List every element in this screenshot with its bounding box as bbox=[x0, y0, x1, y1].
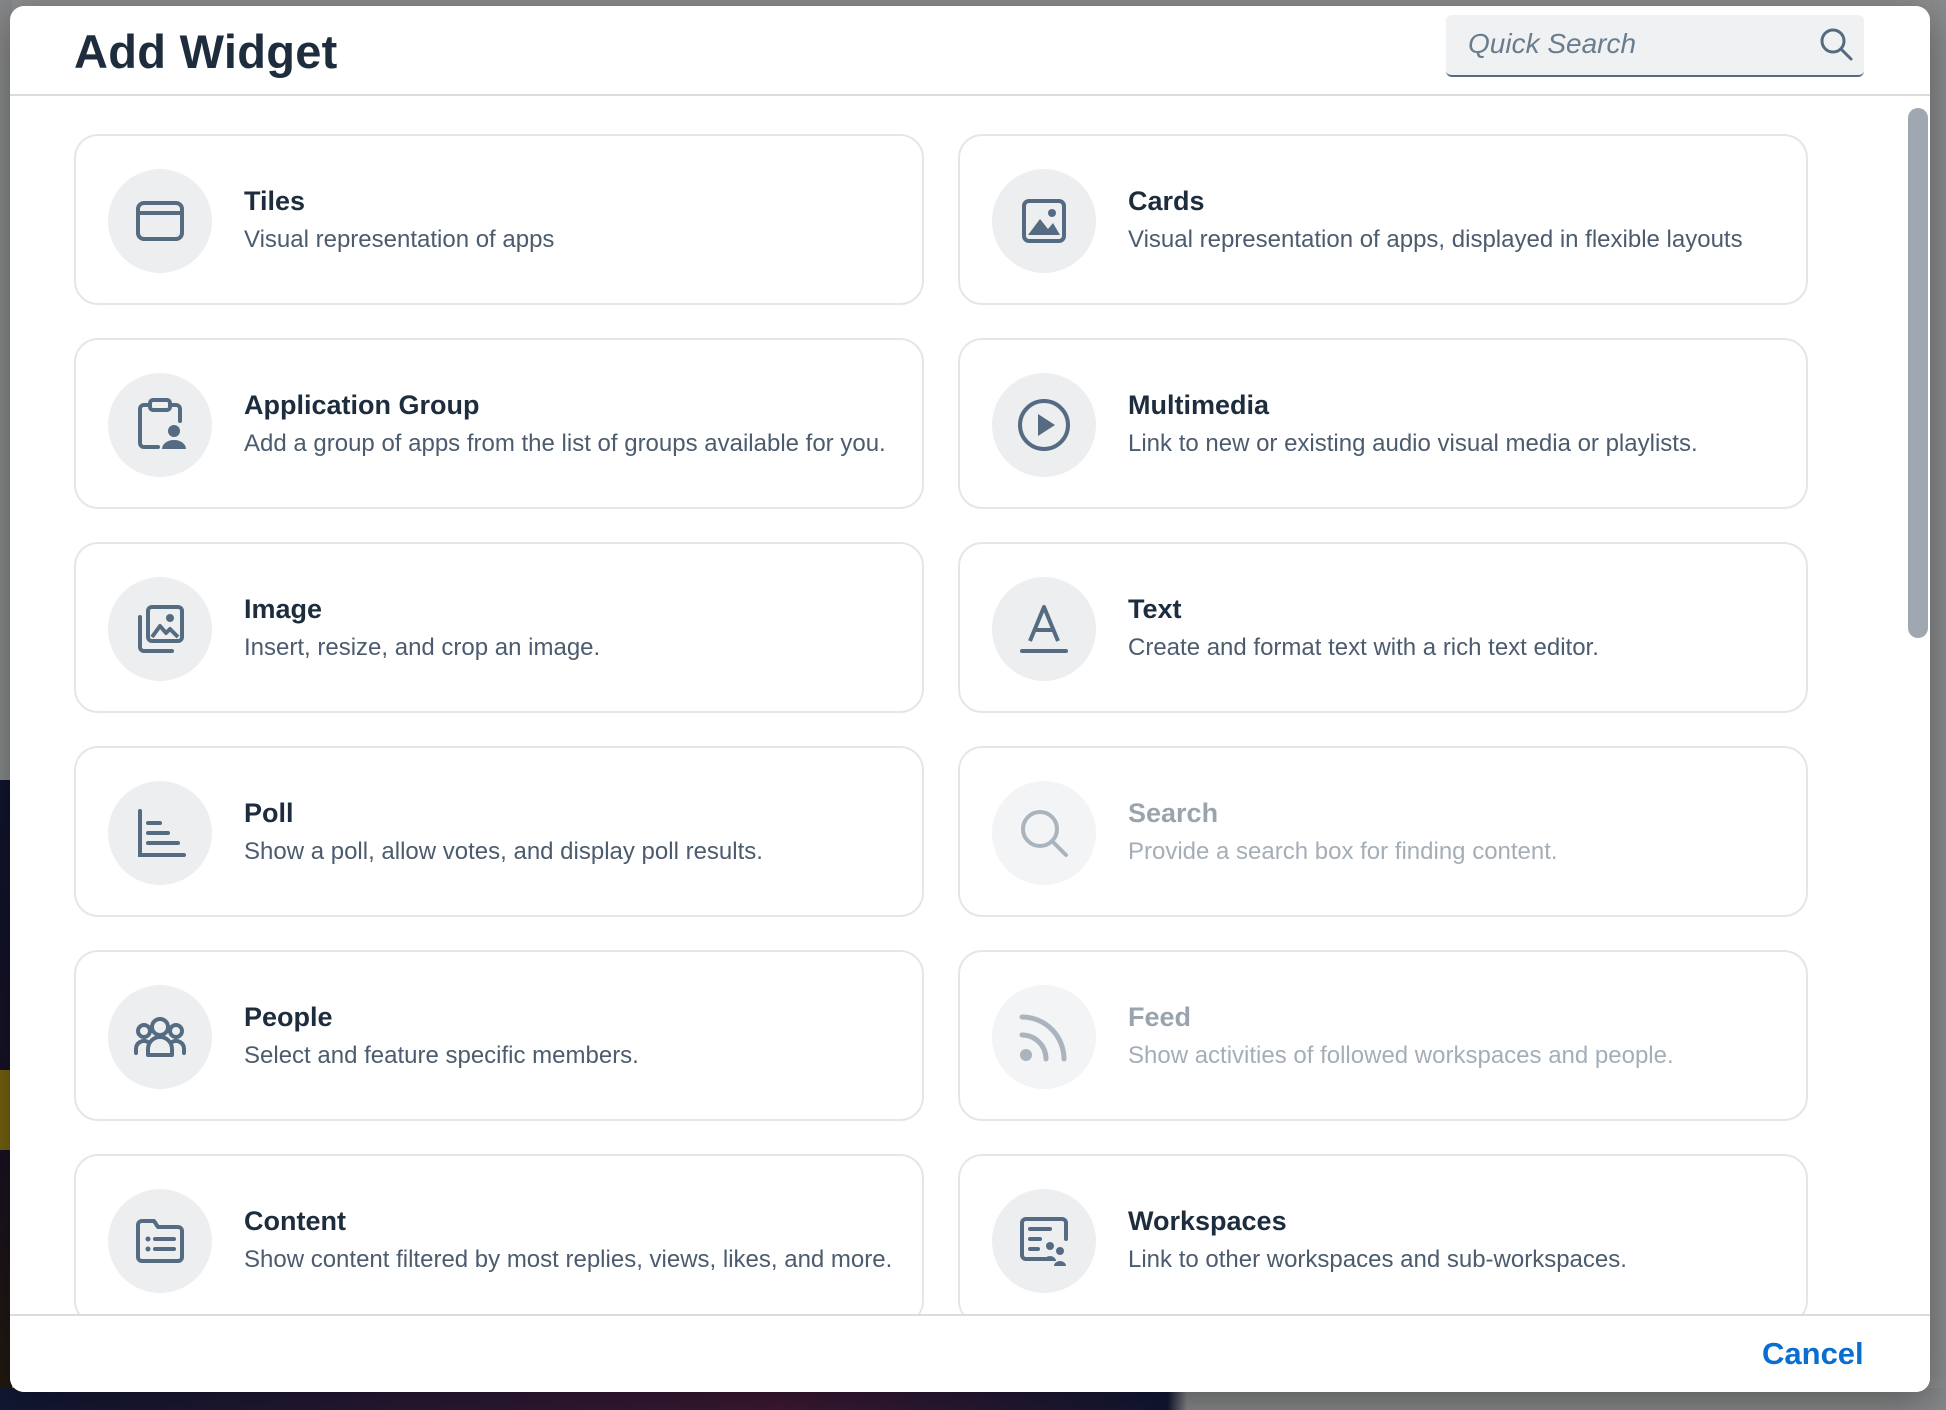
widget-card-search[interactable]: Search Provide a search box for finding … bbox=[958, 746, 1808, 917]
widget-description: Show activities of followed workspaces a… bbox=[1128, 1042, 1674, 1069]
widget-description: Link to other workspaces and sub-workspa… bbox=[1128, 1246, 1627, 1273]
widget-title: Workspaces bbox=[1128, 1206, 1287, 1236]
widget-title: Feed bbox=[1128, 1002, 1192, 1032]
text-format-icon bbox=[1020, 605, 1068, 653]
tiles-icon bbox=[136, 201, 184, 241]
widget-title: People bbox=[244, 1002, 333, 1032]
search-icon bbox=[1021, 810, 1068, 857]
widget-title: Application Group bbox=[244, 390, 480, 420]
widget-description: Link to new or existing audio visual med… bbox=[1128, 430, 1698, 457]
widget-card-workspaces[interactable]: Workspaces Link to other workspaces and … bbox=[958, 1154, 1808, 1314]
play-icon bbox=[1018, 399, 1070, 451]
widget-title: Search bbox=[1128, 798, 1219, 828]
widget-card-tiles[interactable]: Tiles Visual representation of apps bbox=[74, 134, 924, 305]
quick-search-input[interactable] bbox=[1446, 15, 1786, 73]
dialog-title: Add Widget bbox=[74, 25, 338, 78]
widget-title: Image bbox=[244, 594, 323, 624]
widget-card-cards[interactable]: Cards Visual representation of apps, dis… bbox=[958, 134, 1808, 305]
widget-description: Visual representation of apps bbox=[244, 226, 555, 253]
poll-icon bbox=[138, 809, 186, 857]
add-widget-dialog: Add Widget Tiles Visual representation o… bbox=[10, 6, 1930, 1392]
widget-description: Provide a search box for finding content… bbox=[1128, 838, 1558, 865]
widget-title: Text bbox=[1128, 594, 1182, 624]
people-icon bbox=[133, 1017, 187, 1057]
widget-card-people[interactable]: People Select and feature specific membe… bbox=[74, 950, 924, 1121]
widget-title: Content bbox=[244, 1206, 346, 1236]
scrollbar-thumb[interactable] bbox=[1908, 108, 1928, 638]
widget-description: Add a group of apps from the list of gro… bbox=[244, 430, 886, 457]
widget-title: Poll bbox=[244, 798, 294, 828]
widget-description: Insert, resize, and crop an image. bbox=[244, 634, 601, 661]
feed-icon bbox=[1019, 1014, 1067, 1062]
widget-description: Create and format text with a rich text … bbox=[1128, 634, 1599, 661]
search-icon[interactable] bbox=[1818, 26, 1854, 62]
widget-card-text[interactable]: Text Create and format text with a rich … bbox=[958, 542, 1808, 713]
widget-title: Tiles bbox=[244, 186, 306, 216]
cards-icon bbox=[1022, 199, 1066, 243]
widget-card-multimedia[interactable]: Multimedia Link to new or existing audio… bbox=[958, 338, 1808, 509]
quick-search-field[interactable] bbox=[1446, 15, 1864, 77]
widget-list[interactable]: Tiles Visual representation of apps Card… bbox=[10, 96, 1930, 1314]
workspaces-icon bbox=[1020, 1217, 1068, 1266]
widget-card-feed[interactable]: Feed Show activities of followed workspa… bbox=[958, 950, 1808, 1121]
content-list-icon bbox=[136, 1219, 184, 1263]
widget-card-poll[interactable]: Poll Show a poll, allow votes, and displ… bbox=[74, 746, 924, 917]
application-group-icon bbox=[138, 398, 186, 449]
widget-description: Visual representation of apps, displayed… bbox=[1128, 226, 1743, 253]
widget-card-content[interactable]: Content Show content filtered by most re… bbox=[74, 1154, 924, 1314]
widget-card-application-group[interactable]: Application Group Add a group of apps fr… bbox=[74, 338, 924, 509]
cancel-button[interactable]: Cancel bbox=[1750, 1330, 1876, 1378]
widget-description: Show content filtered by most replies, v… bbox=[244, 1246, 893, 1273]
widget-description: Show a poll, allow votes, and display po… bbox=[244, 838, 763, 865]
widget-card-image[interactable]: Image Insert, resize, and crop an image. bbox=[74, 542, 924, 713]
widget-description: Select and feature specific members. bbox=[244, 1042, 639, 1069]
image-icon bbox=[138, 605, 184, 653]
dialog-footer: Cancel bbox=[10, 1314, 1930, 1392]
widget-title: Cards bbox=[1128, 186, 1205, 216]
dialog-header: Add Widget bbox=[10, 6, 1930, 96]
widget-title: Multimedia bbox=[1128, 390, 1270, 420]
